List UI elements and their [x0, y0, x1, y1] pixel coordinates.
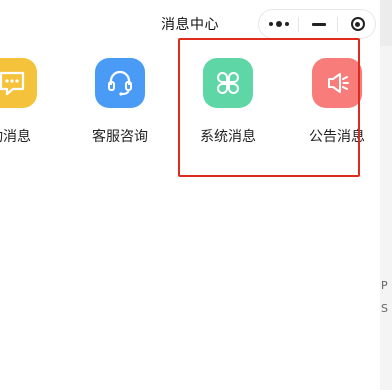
menu-item-label: 客服咨询: [92, 129, 148, 145]
side-panel-text: S: [381, 302, 388, 315]
navigation-bar: 消息中心: [0, 0, 380, 46]
menu-item-customer-service[interactable]: 客服咨询: [79, 58, 159, 158]
more-dots-icon: [268, 21, 289, 27]
side-panel-header: [380, 0, 392, 46]
menu-item-system-message[interactable]: 系统消息: [187, 58, 267, 158]
minimize-icon: [311, 22, 326, 26]
message-center-page: 消息中心 动消息: [0, 0, 380, 390]
capsule-menu: [258, 9, 376, 39]
menu-item-activity[interactable]: 动消息: [0, 58, 51, 158]
menu-item-label: 公告消息: [309, 129, 365, 145]
side-panel-text: P: [381, 279, 388, 292]
side-panel-edge: P S: [380, 0, 392, 390]
close-button[interactable]: [338, 10, 377, 38]
menu-item-label: 系统消息: [200, 129, 256, 145]
minimize-button[interactable]: [299, 10, 338, 38]
more-button[interactable]: [259, 10, 298, 38]
menu-item-notice[interactable]: 公告消息: [296, 58, 376, 158]
headset-icon: [95, 58, 145, 108]
menu-item-label: 动消息: [0, 129, 31, 145]
clover-icon: [203, 58, 253, 108]
speaker-icon: [312, 58, 362, 108]
close-target-icon: [350, 17, 365, 31]
chat-bubble-icon: [0, 58, 37, 108]
